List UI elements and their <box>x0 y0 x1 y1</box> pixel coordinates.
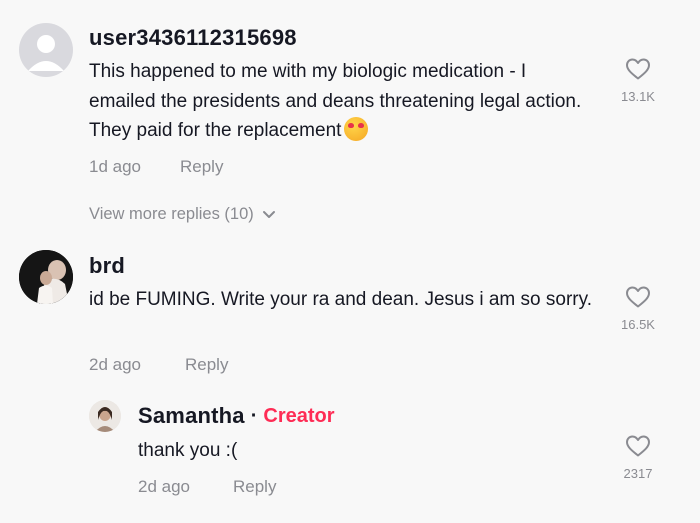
comment-username[interactable]: user3436112315698 <box>89 25 297 51</box>
view-more-replies-button[interactable]: View more replies (10) <box>89 205 276 224</box>
reply-button[interactable]: Reply <box>233 477 276 497</box>
heart-icon <box>626 435 650 457</box>
avatar[interactable] <box>89 400 121 432</box>
comment-text: This happened to me with my biologic med… <box>89 57 594 146</box>
avatar[interactable] <box>19 23 73 77</box>
reply-header: Samantha · Creator <box>138 403 335 429</box>
avatar[interactable] <box>19 250 73 304</box>
like-button[interactable]: 16.5K <box>603 285 673 332</box>
comment-body: thank you :( <box>138 440 238 461</box>
separator-dot: · <box>250 404 258 427</box>
profile-photo-icon <box>19 250 73 304</box>
smiling-face-with-hearts-icon <box>344 117 369 141</box>
reply-button[interactable]: Reply <box>185 355 228 375</box>
creator-badge: Creator <box>263 404 335 427</box>
like-button[interactable]: 13.1K <box>603 57 673 104</box>
like-count: 13.1K <box>621 89 655 104</box>
comment-body: id be FUMING. Write your ra and dean. Je… <box>89 289 592 310</box>
view-more-label: View more replies (10) <box>89 205 254 223</box>
heart-icon <box>626 286 650 308</box>
comment-timestamp: 1d ago <box>89 157 141 176</box>
comment-username[interactable]: brd <box>89 253 125 279</box>
comment-timestamp: 2d ago <box>138 477 190 496</box>
comment-username[interactable]: Samantha <box>138 403 245 429</box>
like-button[interactable]: 2317 <box>603 434 673 481</box>
default-avatar-icon <box>28 35 64 71</box>
profile-photo-icon <box>89 400 121 432</box>
comment-body: This happened to me with my biologic med… <box>89 61 582 141</box>
chevron-down-icon <box>262 211 275 218</box>
comment-timestamp: 2d ago <box>89 355 141 374</box>
like-count: 2317 <box>623 466 653 481</box>
reply-button[interactable]: Reply <box>180 157 223 177</box>
like-count: 16.5K <box>621 317 655 332</box>
heart-icon <box>626 58 650 80</box>
